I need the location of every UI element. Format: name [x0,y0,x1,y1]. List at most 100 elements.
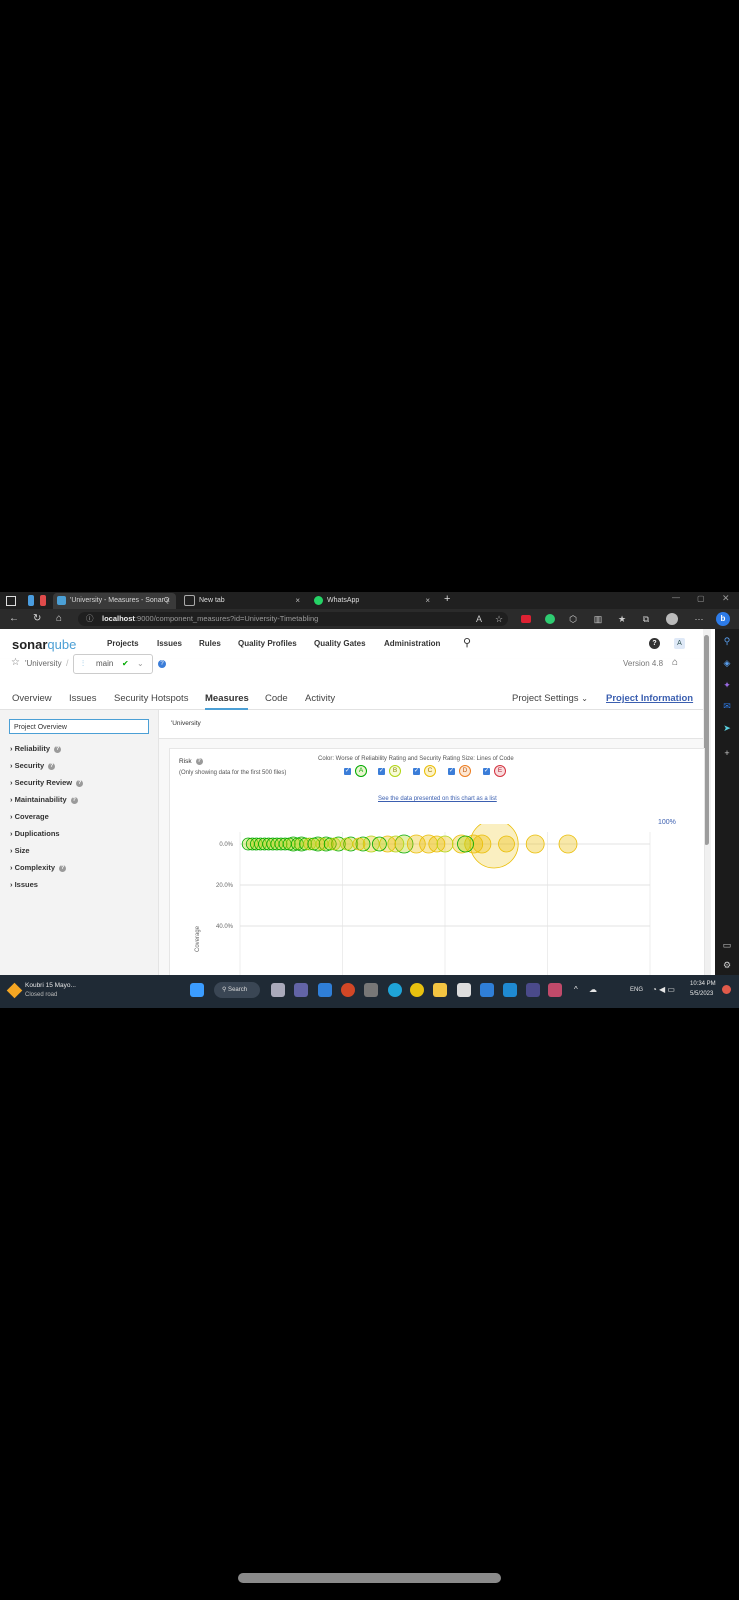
send-icon[interactable]: ➤ [721,722,733,734]
bubble-point[interactable] [558,834,578,854]
read-aloud-icon[interactable]: A [473,613,485,625]
terminal-icon[interactable] [526,983,540,997]
project-name-link[interactable]: 'University [25,659,62,668]
bubble-point[interactable] [327,837,341,851]
bubble-point[interactable] [472,834,492,854]
bubble-point[interactable] [457,835,474,853]
profile-avatar[interactable] [666,613,678,625]
close-window-icon[interactable]: ✕ [722,593,730,604]
wifi-volume-battery-icon[interactable]: ◔ ◀ ▭ [652,985,675,994]
tab-actions-icon[interactable] [28,595,34,606]
bing-chat-icon[interactable]: b [716,612,730,626]
bubble-point[interactable] [387,835,405,853]
sidebar-item-security[interactable]: › Security? [10,761,56,770]
clock-time[interactable]: 10:34 PM [690,981,716,987]
home-indicator[interactable] [238,1573,501,1583]
checkbox-icon[interactable]: ✓ [413,767,420,775]
windows-start-icon[interactable] [190,983,204,997]
bubble-point[interactable] [352,837,366,851]
vscode-icon[interactable] [503,983,517,997]
tools-icon[interactable]: ✦ [721,679,733,691]
powerpoint-icon[interactable] [341,983,355,997]
weather-widget-icon[interactable] [6,982,23,999]
nav-quality-gates[interactable]: Quality Gates [314,639,366,648]
breadcrumb[interactable]: 'University [171,720,201,727]
checkbox-icon[interactable]: ✓ [483,767,490,775]
weather-widget-title[interactable]: Koubri 15 Mayo... [25,982,76,989]
extension-red-icon[interactable] [521,615,531,623]
nav-quality-profiles[interactable]: Quality Profiles [238,639,297,648]
tab-security-hotspots[interactable]: Security Hotspots [114,693,188,704]
more-menu-icon[interactable]: ⋯ [693,613,705,625]
workspaces-icon[interactable] [6,596,16,606]
tab-new-tab[interactable]: New tab × [184,593,306,609]
new-tab-button[interactable]: + [444,593,450,605]
tab-activity[interactable]: Activity [305,693,335,704]
bubble-point[interactable] [371,836,387,852]
add-sidebar-app-icon[interactable]: + [721,747,733,759]
favorites-bar-icon[interactable]: ★ [616,613,628,625]
sonarqube-logo[interactable]: sonarqube [12,637,76,652]
bubble-point[interactable] [340,837,354,851]
tab-overview[interactable]: Overview [12,693,52,704]
sidebar-item-project-overview[interactable]: Project Overview [9,719,149,734]
store-icon[interactable] [457,983,471,997]
project-home-icon[interactable]: ⌂ [672,657,678,668]
todo-icon[interactable] [480,983,494,997]
close-tab-icon[interactable]: × [425,593,430,609]
checkbox-icon[interactable]: ✓ [344,767,351,775]
shopping-icon[interactable]: ◈ [721,657,733,669]
help-icon[interactable]: ? [48,762,56,770]
nav-projects[interactable]: Projects [107,639,139,648]
nav-administration[interactable]: Administration [384,639,440,648]
minimize-icon[interactable]: — [672,593,680,602]
rating-filter-d[interactable]: ✓ D [448,765,471,777]
sidebar-item-issues[interactable]: › Issues [10,880,38,889]
back-icon[interactable]: ← [9,612,19,626]
sidebar-item-maintainability[interactable]: › Maintainability? [10,795,78,804]
sidebar-settings-icon[interactable]: ⚙ [721,959,733,971]
help-icon[interactable]: ? [54,745,62,753]
sidebar-item-coverage[interactable]: › Coverage [10,812,49,821]
mail-icon[interactable] [318,983,332,997]
extension-green-icon[interactable] [545,614,555,624]
sidebar-item-duplications[interactable]: › Duplications [10,829,60,838]
app-icon[interactable] [364,983,378,997]
nav-rules[interactable]: Rules [199,639,221,648]
teams-icon[interactable] [294,983,308,997]
sidebar-item-security-review[interactable]: › Security Review? [10,778,84,787]
branch-selector[interactable]: ⫶ main ✔ ⌄ [73,654,153,674]
task-view-icon[interactable] [271,983,285,997]
restore-icon[interactable]: ▢ [697,594,705,603]
outlook-icon[interactable]: ✉ [721,700,733,712]
tab-issues[interactable]: Issues [69,693,96,704]
rating-filter-c[interactable]: ✓ C [413,765,436,777]
nav-issues[interactable]: Issues [157,639,182,648]
onedrive-icon[interactable]: ☁ [589,985,597,994]
branch-help-icon[interactable]: ? [158,660,166,668]
search-icon[interactable]: ⚲ [721,635,733,647]
risk-bubble-chart[interactable]: 0.0% 20.0% 40.0% Coverage [170,824,704,979]
site-info-icon[interactable]: ⓘ [86,612,94,626]
tab-measures[interactable]: Measures [205,693,249,704]
close-tab-icon[interactable]: × [165,593,170,609]
url-input[interactable]: ⓘ localhost:9000/component_measures?id=U… [78,612,508,626]
sidebar-item-size[interactable]: › Size [10,846,30,855]
rating-filter-e[interactable]: ✓ E [483,765,506,777]
search-icon[interactable]: ⚲ [463,636,471,649]
checkbox-icon[interactable]: ✓ [378,767,385,775]
chrome-icon[interactable] [410,983,424,997]
bubble-point[interactable] [436,835,454,853]
tab-sonarqube[interactable]: 'University - Measures - SonarQ × [53,593,176,609]
favorite-star-icon[interactable]: ☆ [11,657,20,668]
taskbar-search-box[interactable]: ⚲ Search [214,982,260,998]
tab-whatsapp[interactable]: WhatsApp × [314,593,436,609]
favorite-icon[interactable]: ☆ [493,613,505,625]
sidebar-layout-icon[interactable]: ▭ [721,939,733,951]
refresh-icon[interactable]: ↻ [33,612,41,626]
sidebar-item-complexity[interactable]: › Complexity? [10,863,67,872]
rating-filter-a[interactable]: ✓ A [344,765,367,777]
user-avatar[interactable]: A [674,638,685,649]
bubble-point[interactable] [498,835,515,853]
bubble-point[interactable] [525,834,545,854]
